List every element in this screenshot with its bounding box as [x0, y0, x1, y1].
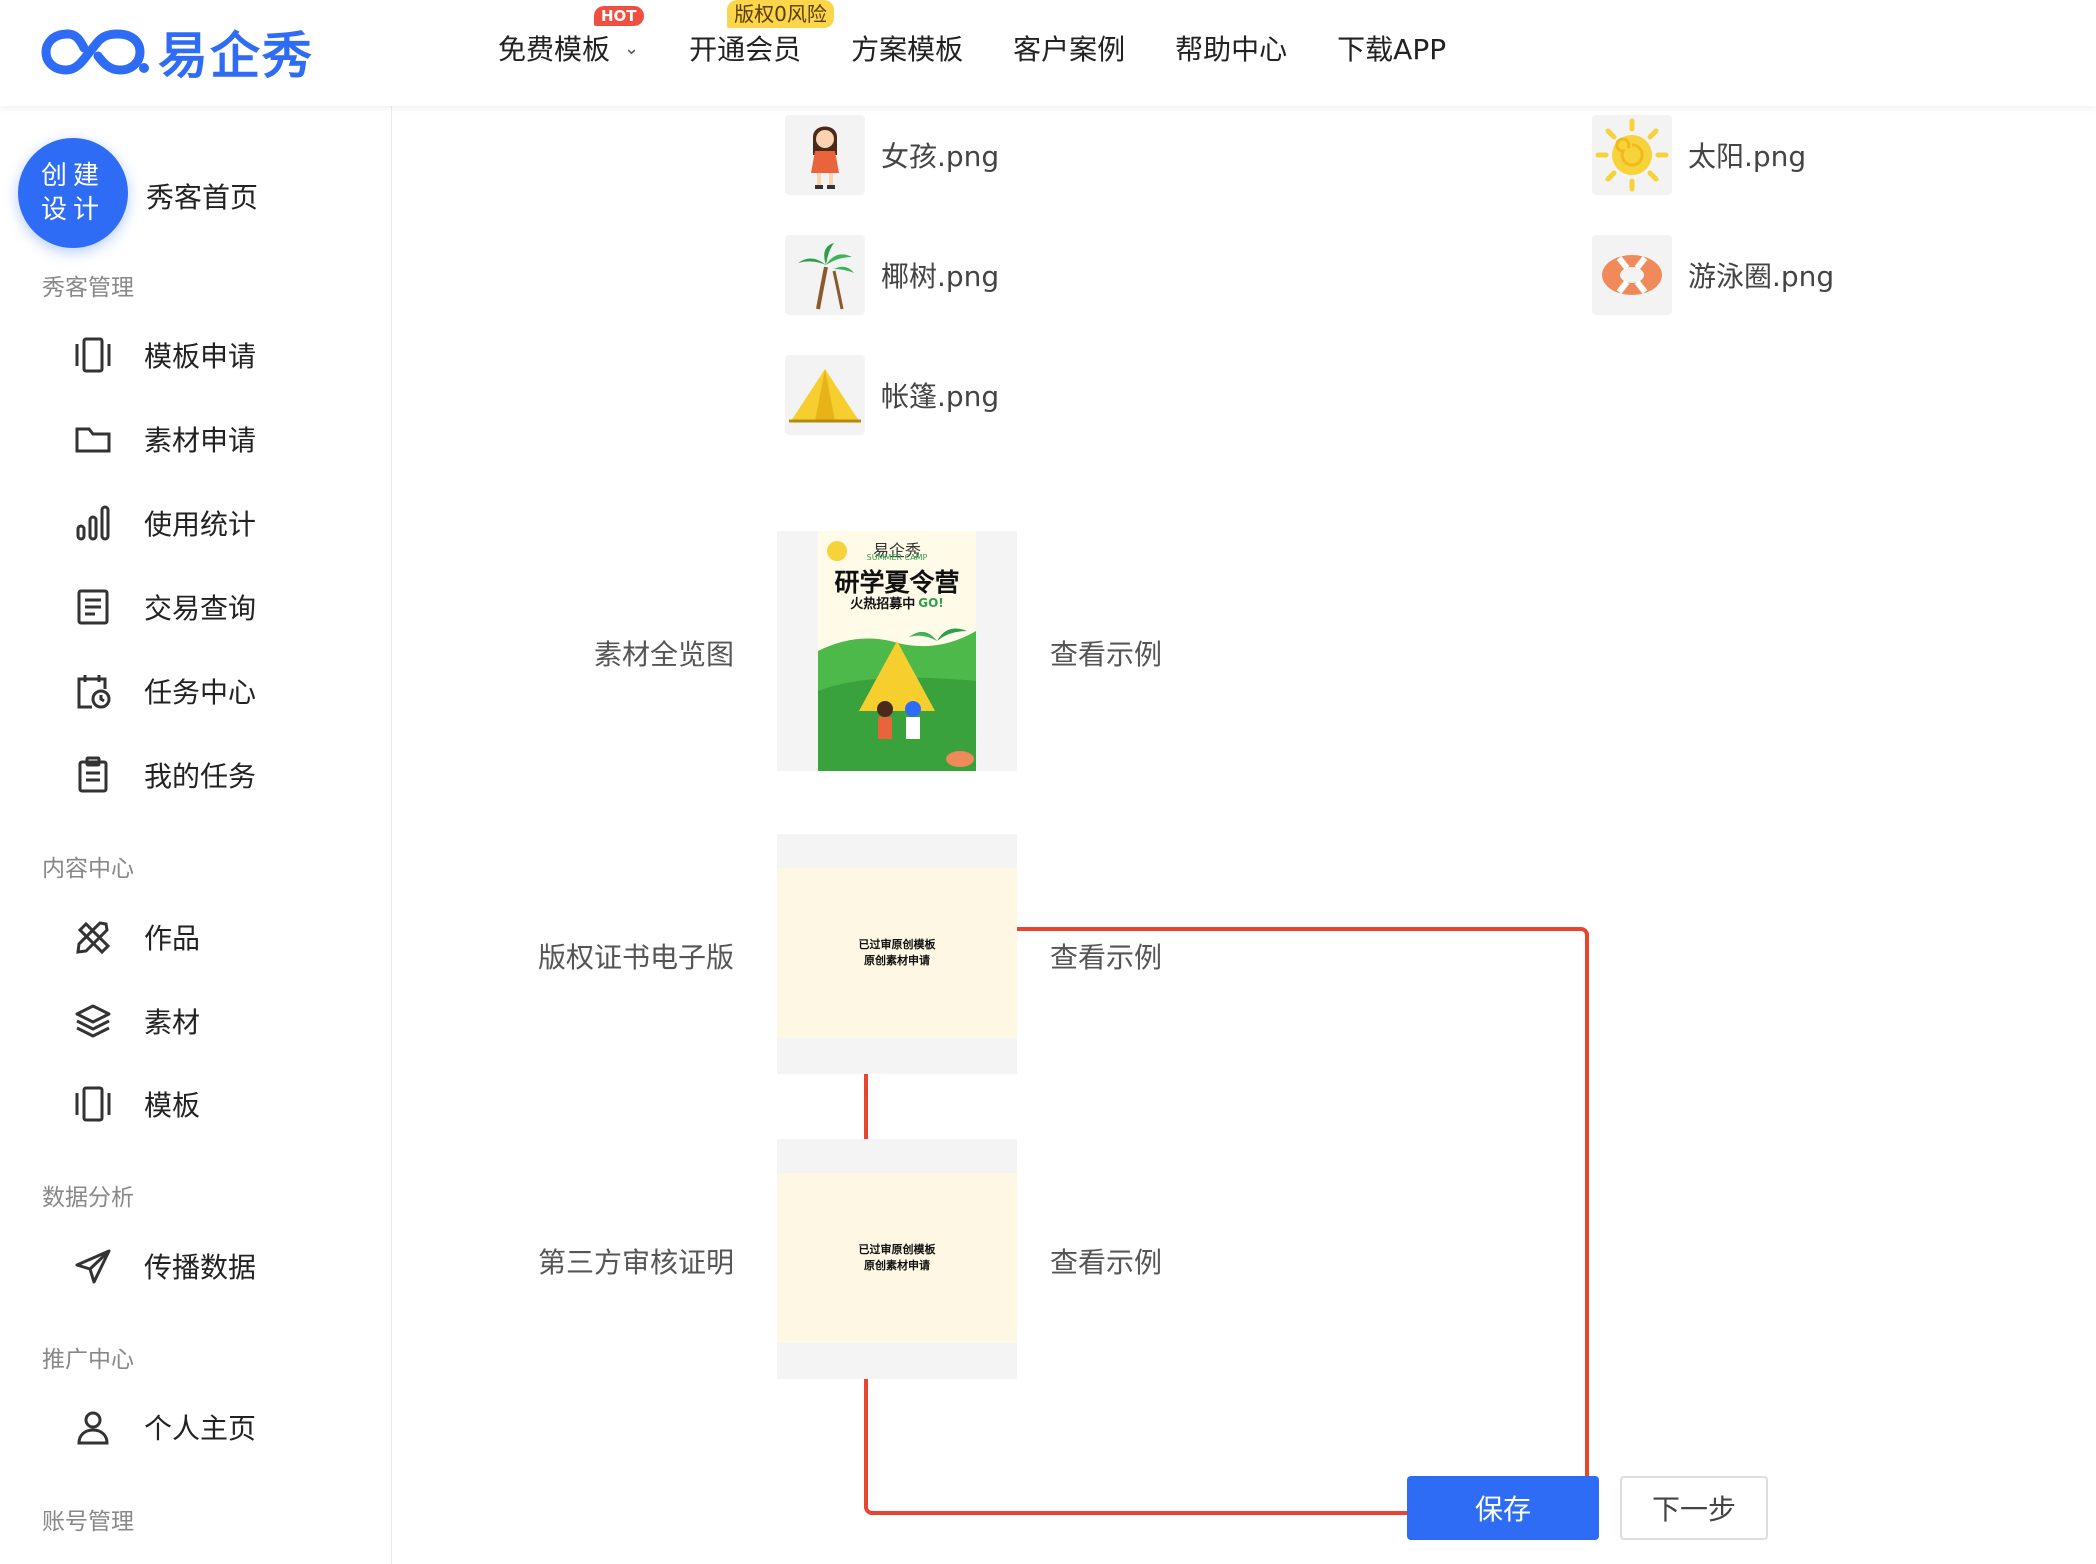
chevron-down-icon: ⌄ — [624, 37, 640, 59]
file-name: 椰树.png — [881, 260, 1000, 293]
preview-line: 已过审原创模板 — [858, 1243, 936, 1256]
sidebar-item-materials[interactable]: 素材 — [72, 996, 200, 1046]
logo-text: 易企秀 — [158, 27, 314, 85]
main-content: 女孩.png 太阳.png 椰树.png 游泳圈.png 帐篷.png 素材全览… — [393, 106, 2096, 1564]
bar-chart-icon — [72, 502, 114, 544]
sidebar-item-label: 使用统计 — [144, 508, 257, 541]
user-icon — [72, 1406, 114, 1448]
certificate-paper: 已过审原创模板 原创素材申请 — [777, 868, 1017, 1038]
poster-tagline: 火热招募中 — [850, 597, 916, 612]
sidebar-item-label: 交易查询 — [144, 592, 257, 625]
file-item: 女孩.png — [785, 115, 999, 195]
swim-ring-illustration-icon — [1592, 235, 1672, 315]
nav-membership[interactable]: 开通会员 版权0风险 — [689, 0, 834, 96]
sidebar-item-template-apply[interactable]: 模板申请 — [72, 330, 256, 380]
third-party-audit-label: 第三方审核证明 — [537, 1246, 734, 1279]
preview-line: 原创素材申请 — [864, 954, 930, 967]
nav-free-templates[interactable]: 免费模板 ⌄ HOT — [498, 0, 644, 96]
nav-download-app[interactable]: 下载APP — [1337, 0, 1446, 96]
copyright-certificate-preview[interactable]: 已过审原创模板 原创素材申请 — [777, 834, 1017, 1074]
section-title-seller-management: 秀客管理 — [42, 275, 134, 301]
section-title-promotion-center: 推广中心 — [42, 1347, 134, 1373]
folder-icon — [72, 418, 114, 460]
view-example-link[interactable]: 查看示例 — [1050, 633, 1162, 673]
sidebar-item-label: 任务中心 — [144, 676, 257, 709]
sidebar-item-label: 素材 — [144, 1006, 201, 1039]
next-step-button[interactable]: 下一步 — [1620, 1476, 1768, 1540]
sidebar-item-label: 个人主页 — [144, 1412, 257, 1445]
girl-illustration-icon — [785, 115, 865, 195]
preview-line: 已过审原创模板 — [858, 938, 936, 951]
material-overview-label: 素材全览图 — [593, 638, 734, 671]
template-icon — [72, 1083, 114, 1125]
sidebar-item-usage-stats[interactable]: 使用统计 — [72, 498, 256, 548]
sidebar-item-label: 模板 — [144, 1089, 201, 1122]
file-item: 帐篷.png — [785, 355, 999, 435]
nav-customer-cases[interactable]: 客户案例 — [1013, 0, 1125, 96]
main-nav: 免费模板 ⌄ HOT 开通会员 版权0风险 方案模板 客户案例 帮助中心 下载A… — [498, 0, 1496, 96]
hot-badge: HOT — [594, 6, 644, 26]
sidebar-item-task-center[interactable]: 任务中心 — [72, 666, 256, 716]
sidebar-item-templates[interactable]: 模板 — [72, 1079, 200, 1129]
file-item: 太阳.png — [1592, 115, 1806, 195]
preview-line: 原创素材申请 — [864, 1259, 930, 1272]
sidebar-item-material-apply[interactable]: 素材申请 — [72, 414, 256, 464]
sidebar-item-label: 作品 — [144, 922, 201, 955]
poster-go: GO! — [918, 595, 944, 610]
poster-subtitle: SUMMER CAMP — [866, 553, 928, 562]
sidebar-item-label: 素材申请 — [144, 424, 257, 457]
material-overview-preview[interactable]: 易企秀 SUMMER CAMP 研学夏令营 火热招募中 GO! — [777, 531, 1017, 771]
sidebar-item-label: 传播数据 — [144, 1251, 257, 1284]
nav-help-center[interactable]: 帮助中心 — [1175, 0, 1287, 96]
create-design-label: 创建设计 — [40, 161, 105, 225]
file-name: 游泳圈.png — [1688, 260, 1835, 293]
sidebar: 创建设计 秀客首页 秀客管理 模板申请 素材申请 使用统计 交易查询 任务中心 … — [0, 106, 392, 1564]
tent-illustration-icon — [785, 355, 865, 435]
save-button[interactable]: 保存 — [1407, 1476, 1599, 1540]
nav-label: 下载APP — [1337, 33, 1447, 66]
calendar-clock-icon — [72, 670, 114, 712]
sidebar-item-home[interactable]: 秀客首页 — [146, 176, 258, 216]
section-title-data-analysis: 数据分析 — [42, 1185, 134, 1211]
sidebar-item-my-tasks[interactable]: 我的任务 — [72, 750, 256, 800]
nav-label: 帮助中心 — [1175, 33, 1288, 66]
file-name: 太阳.png — [1688, 140, 1807, 173]
sidebar-item-personal-page[interactable]: 个人主页 — [72, 1402, 256, 1452]
template-icon — [72, 334, 114, 376]
third-party-audit-preview[interactable]: 已过审原创模板 原创素材申请 — [777, 1139, 1017, 1379]
nav-solution-templates[interactable]: 方案模板 — [851, 0, 963, 96]
send-icon — [72, 1245, 114, 1287]
logo-mark-icon — [41, 29, 149, 75]
nav-label: 客户案例 — [1013, 33, 1126, 66]
view-example-link[interactable]: 查看示例 — [1050, 1241, 1162, 1281]
file-item: 椰树.png — [785, 235, 999, 315]
file-name: 帐篷.png — [881, 380, 1000, 413]
sidebar-item-works[interactable]: 作品 — [72, 912, 200, 962]
nav-label: 方案模板 — [851, 33, 964, 66]
copyright-certificate-label: 版权证书电子版 — [537, 941, 734, 974]
sidebar-item-transactions[interactable]: 交易查询 — [72, 582, 256, 632]
clipboard-icon — [72, 754, 114, 796]
certificate-paper: 已过审原创模板 原创素材申请 — [777, 1173, 1017, 1343]
tools-icon — [72, 916, 114, 958]
sun-illustration-icon — [1592, 115, 1672, 195]
layers-icon — [72, 1000, 114, 1042]
nav-label: 开通会员 — [689, 33, 802, 66]
file-name: 女孩.png — [881, 140, 1000, 173]
sidebar-item-spread-data[interactable]: 传播数据 — [72, 1241, 256, 1291]
sidebar-item-label: 模板申请 — [144, 340, 257, 373]
sidebar-item-label: 我的任务 — [144, 760, 257, 793]
document-list-icon — [72, 586, 114, 628]
section-title-content-center: 内容中心 — [42, 856, 134, 882]
logo[interactable]: 易企秀 — [40, 16, 314, 88]
create-design-button[interactable]: 创建设计 — [18, 138, 128, 248]
nav-label: 免费模板 — [498, 33, 611, 66]
palm-tree-illustration-icon — [785, 235, 865, 315]
file-item: 游泳圈.png — [1592, 235, 1834, 315]
top-header: 易企秀 免费模板 ⌄ HOT 开通会员 版权0风险 方案模板 客户案例 帮助中心… — [0, 0, 2096, 106]
copyright-badge: 版权0风险 — [727, 0, 834, 28]
section-title-account-management: 账号管理 — [42, 1509, 134, 1535]
view-example-link[interactable]: 查看示例 — [1050, 936, 1162, 976]
